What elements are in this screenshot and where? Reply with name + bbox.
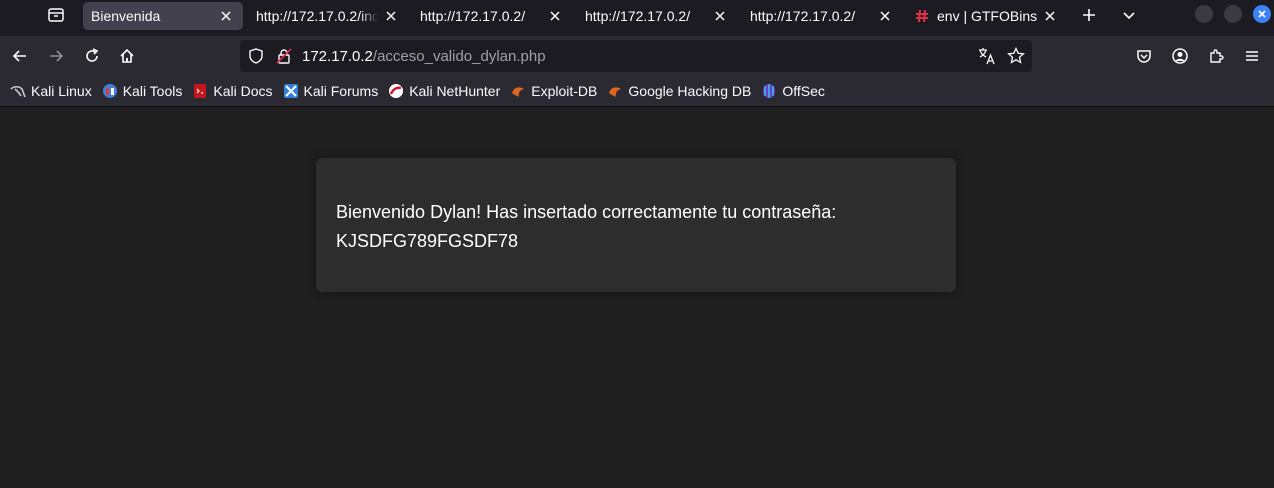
minimize-window-button[interactable] — [1195, 5, 1213, 23]
list-all-tabs-button[interactable] — [1117, 4, 1141, 26]
account-icon — [1172, 48, 1188, 64]
arrow-left-icon — [12, 50, 26, 62]
bookmark-label: Exploit-DB — [531, 83, 598, 99]
tab-ip-3[interactable]: http://172.17.0.2/ — [742, 2, 902, 30]
tab-title: Bienvenida — [91, 8, 161, 24]
page-content: Bienvenido Dylan! Has insertado correcta… — [0, 108, 1274, 488]
url-host: 172.17.0.2 — [302, 48, 373, 65]
tab-overview-icon — [48, 8, 64, 22]
tab-close-icon[interactable] — [382, 7, 400, 25]
kali-dragon-icon — [10, 83, 26, 99]
bookmark-kali-docs[interactable]: Kali Docs — [188, 79, 276, 103]
arrow-right-icon — [50, 50, 64, 62]
tab-close-icon[interactable] — [1041, 7, 1059, 25]
bookmark-kali-nethunter[interactable]: Kali NetHunter — [384, 79, 504, 103]
account-button[interactable] — [1166, 42, 1194, 70]
pocket-icon — [1137, 50, 1151, 63]
bookmark-label: Kali NetHunter — [409, 83, 501, 99]
bookmark-kali-linux[interactable]: Kali Linux — [6, 79, 96, 103]
close-window-button[interactable] — [1253, 5, 1271, 23]
kali-docs-icon — [192, 83, 208, 99]
bookmark-label: Kali Docs — [213, 83, 273, 99]
back-button[interactable] — [6, 42, 34, 70]
tab-ip-2[interactable]: http://172.17.0.2/ — [577, 2, 737, 30]
tab-close-icon[interactable] — [546, 7, 564, 25]
tab-title: http://172.17.0.2/ — [750, 8, 856, 24]
plus-icon — [1083, 9, 1095, 21]
close-icon — [1258, 10, 1266, 18]
tab-title: env | GTFOBins — [937, 8, 1037, 24]
home-icon — [120, 48, 134, 63]
tab-ip-1[interactable]: http://172.17.0.2/ — [412, 2, 572, 30]
bookmark-label: OffSec — [782, 83, 825, 99]
app-menu-button[interactable] — [1238, 42, 1266, 70]
bookmark-label: Google Hacking DB — [628, 83, 752, 99]
address-bar[interactable]: 172.17.0.2/acceso_valido_dylan.php — [240, 40, 1032, 72]
tab-close-icon[interactable] — [217, 7, 235, 25]
bookmark-label: Kali Tools — [122, 83, 183, 99]
extensions-button[interactable] — [1202, 42, 1230, 70]
bookmark-kali-forums[interactable]: Kali Forums — [279, 79, 383, 103]
tab-close-icon[interactable] — [876, 7, 894, 25]
bookmark-exploit-db[interactable]: Exploit-DB — [506, 79, 601, 103]
url-path: /acceso_valido_dylan.php — [372, 48, 546, 65]
new-tab-button[interactable] — [1077, 4, 1101, 26]
home-button[interactable] — [113, 42, 141, 70]
welcome-message: Bienvenido Dylan! Has insertado correcta… — [336, 202, 837, 222]
reload-icon — [86, 48, 99, 62]
bookmark-kali-tools[interactable]: Kali Tools — [98, 79, 187, 103]
tab-gtfobins[interactable]: env | GTFOBins — [907, 2, 1067, 30]
tab-close-icon[interactable] — [711, 7, 729, 25]
puzzle-icon — [1210, 49, 1224, 63]
exploit-db-icon — [510, 83, 526, 99]
url-text[interactable]: 172.17.0.2/acceso_valido_dylan.php — [302, 48, 546, 65]
bookmark-google-hacking-db[interactable]: Google Hacking DB — [603, 79, 755, 103]
pocket-button[interactable] — [1130, 42, 1158, 70]
chevron-down-icon — [1123, 12, 1135, 20]
tab-overview-button[interactable] — [44, 4, 68, 26]
tab-strip: Bienvenida http://172.17.0.2/index http:… — [0, 0, 1274, 36]
ghdb-icon — [607, 83, 623, 99]
forward-button[interactable] — [42, 42, 70, 70]
kali-forums-icon — [283, 83, 299, 99]
shield-icon[interactable] — [248, 48, 264, 67]
offsec-icon — [761, 83, 777, 99]
bookmark-offsec[interactable]: OffSec — [757, 79, 829, 103]
maximize-window-button[interactable] — [1224, 5, 1242, 23]
hamburger-menu-icon — [1246, 51, 1258, 61]
bookmark-star-icon[interactable] — [1007, 46, 1025, 68]
password-text: KJSDFG789FGSDF78 — [336, 231, 519, 251]
navigation-toolbar: 172.17.0.2/acceso_valido_dylan.php — [0, 36, 1274, 76]
tab-title: http://172.17.0.2/ — [420, 8, 526, 24]
bookmark-label: Kali Linux — [31, 83, 92, 99]
tab-index[interactable]: http://172.17.0.2/index — [248, 2, 408, 30]
insecure-lock-icon[interactable] — [276, 48, 292, 67]
tab-title: http://172.17.0.2/ — [585, 8, 691, 24]
kali-tools-icon — [102, 83, 118, 99]
bookmarks-toolbar: Kali Linux Kali Tools Kali Docs Kali For… — [0, 76, 1274, 107]
nethunter-icon — [388, 83, 404, 99]
hash-icon — [915, 9, 929, 23]
bookmark-label: Kali Forums — [303, 83, 379, 99]
translate-icon[interactable] — [978, 47, 996, 68]
tab-title: http://172.17.0.2/index — [256, 8, 378, 24]
tab-bienvenida[interactable]: Bienvenida — [83, 2, 243, 30]
welcome-card: Bienvenido Dylan! Has insertado correcta… — [316, 158, 956, 292]
reload-button[interactable] — [78, 42, 106, 70]
